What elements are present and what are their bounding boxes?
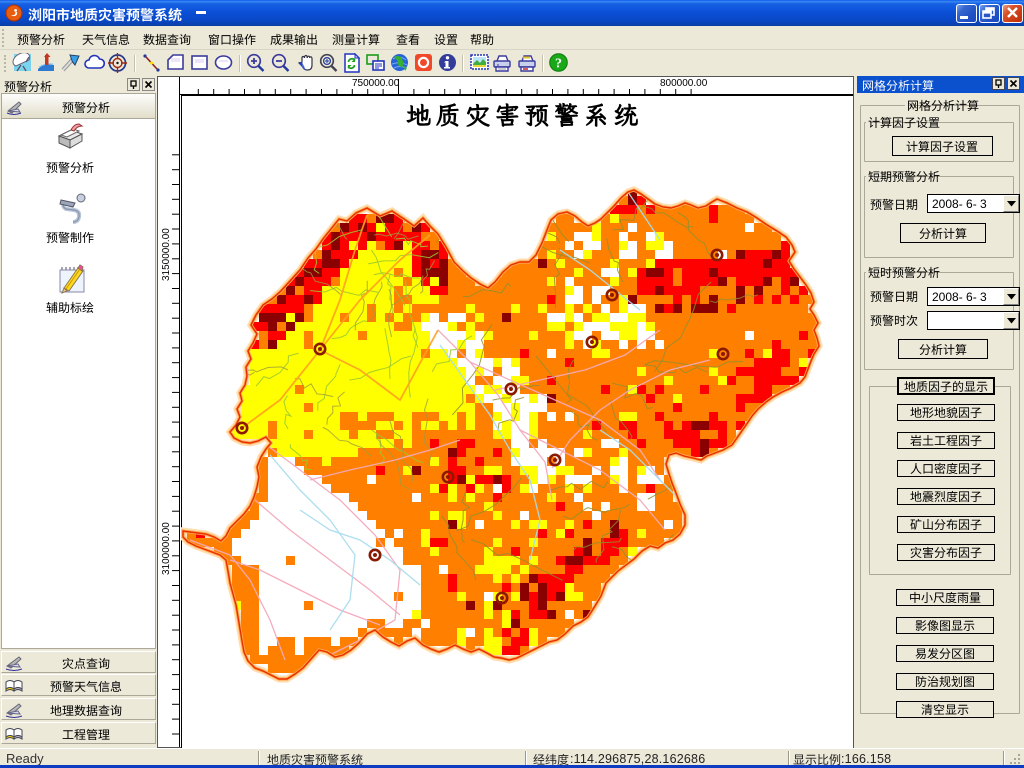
svg-text:?: ? xyxy=(555,57,562,72)
